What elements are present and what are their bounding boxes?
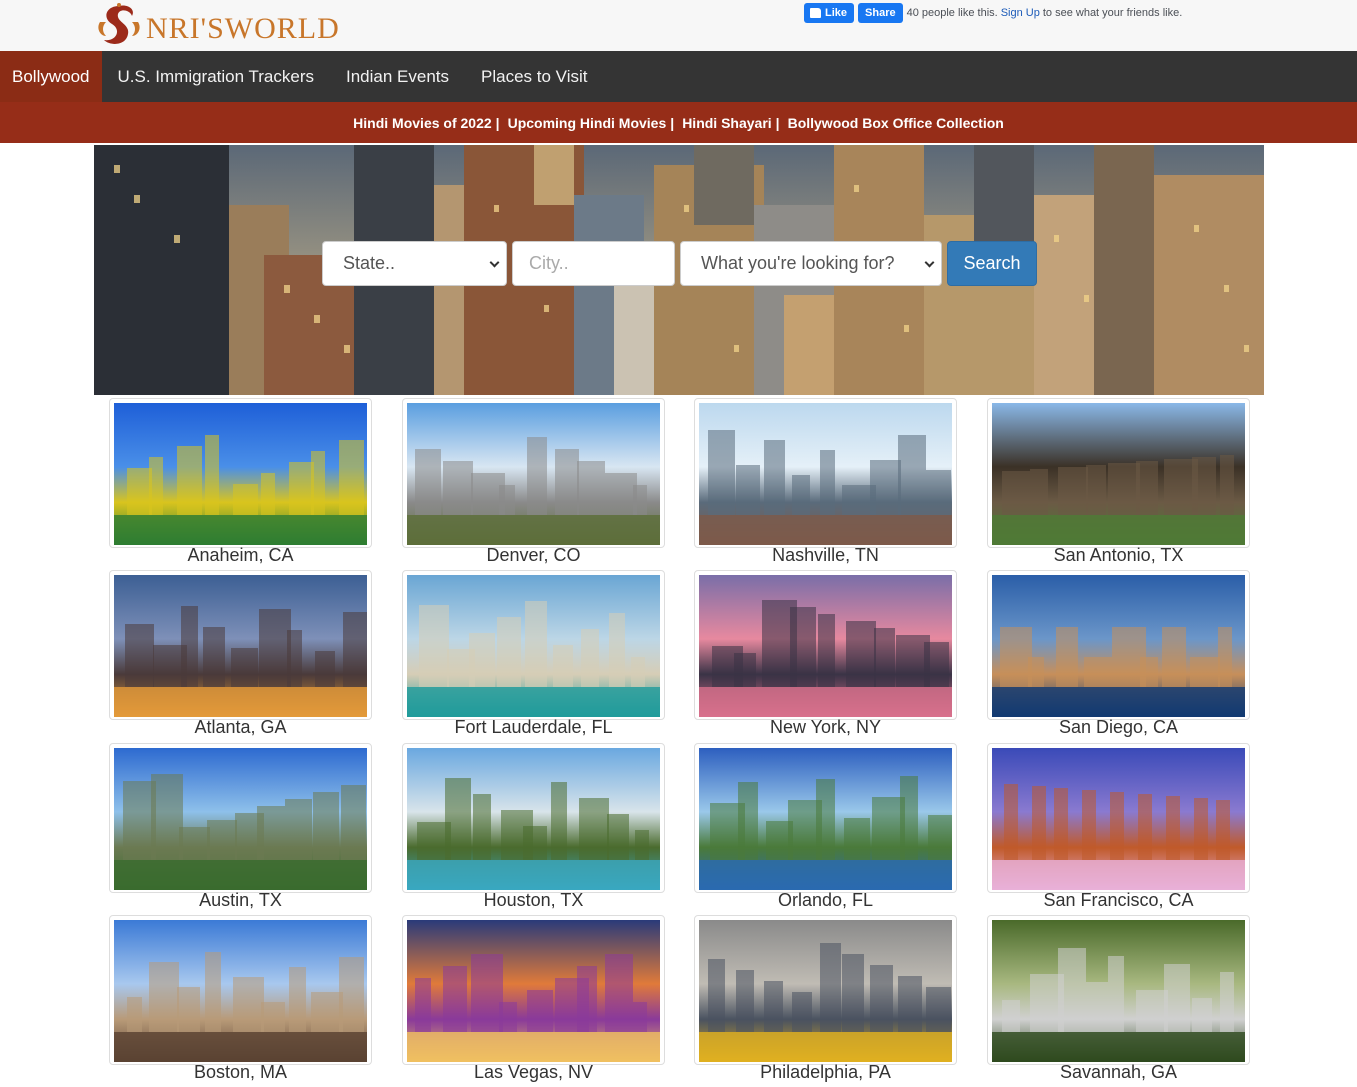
facebook-share-button[interactable]: Share (858, 3, 903, 23)
city-name[interactable]: Savannah, GA (987, 1062, 1250, 1083)
subnav-link-hindi-shayari[interactable]: Hindi Shayari (682, 115, 771, 131)
facebook-like-label: Like (825, 7, 848, 19)
facebook-signup-link[interactable]: Sign Up (1001, 7, 1040, 19)
subnav-link-upcoming-hindi-movies[interactable]: Upcoming Hindi Movies (508, 115, 667, 131)
city-name[interactable]: San Francisco, CA (987, 890, 1250, 911)
city-name[interactable]: Denver, CO (402, 545, 665, 566)
chevron-down-icon (924, 257, 935, 268)
city-card-san-diego-ca[interactable] (987, 570, 1250, 720)
category-select[interactable]: What you're looking for? (680, 241, 942, 286)
city-name[interactable]: San Diego, CA (987, 717, 1250, 738)
logo-text: NRI'SWORLD (146, 12, 340, 45)
city-card-atlanta-ga[interactable] (109, 570, 372, 720)
city-name[interactable]: Anaheim, CA (109, 545, 372, 566)
city-card-houston-tx[interactable] (402, 743, 665, 893)
nav-item-places-to-visit[interactable]: Places to Visit (465, 51, 603, 102)
city-photo[interactable] (407, 920, 660, 1062)
city-photo[interactable] (699, 920, 952, 1062)
facebook-like-count: 40 people like this. (906, 7, 998, 19)
site-logo[interactable]: NRI'SWORLD (94, 2, 340, 50)
facebook-like-button[interactable]: Like (804, 3, 855, 23)
thumbs-up-icon (810, 8, 821, 18)
city-name[interactable]: Orlando, FL (694, 890, 957, 911)
state-select[interactable]: State.. (322, 241, 507, 286)
nav-item-immigration-trackers[interactable]: U.S. Immigration Trackers (102, 51, 331, 102)
city-photo[interactable] (114, 920, 367, 1062)
subnav-link-box-office[interactable]: Bollywood Box Office Collection (788, 115, 1004, 131)
city-card-las-vegas-nv[interactable] (402, 915, 665, 1065)
chevron-down-icon (489, 257, 500, 268)
city-card-nashville-tn[interactable] (694, 398, 957, 548)
city-name[interactable]: Atlanta, GA (109, 717, 372, 738)
city-photo[interactable] (699, 575, 952, 717)
search-button[interactable]: Search (947, 241, 1037, 286)
category-select-value: What you're looking for? (701, 253, 895, 273)
main-nav: Bollywood U.S. Immigration Trackers Indi… (0, 51, 1357, 102)
city-name[interactable]: Philadelphia, PA (694, 1062, 957, 1083)
logo-emblem-icon (94, 2, 144, 50)
city-card-fort-lauderdale-fl[interactable] (402, 570, 665, 720)
subnav-link-hindi-movies-2022[interactable]: Hindi Movies of 2022 (353, 115, 491, 131)
sub-nav: Hindi Movies of 2022 | Upcoming Hindi Mo… (0, 102, 1357, 143)
subnav-separator: | (495, 114, 500, 131)
city-card-orlando-fl[interactable] (694, 743, 957, 893)
city-photo[interactable] (114, 575, 367, 717)
subnav-separator: | (775, 114, 780, 131)
search-bar: State.. City.. What you're looking for? … (322, 241, 1037, 286)
city-card-anaheim-ca[interactable] (109, 398, 372, 548)
city-name[interactable]: New York, NY (694, 717, 957, 738)
city-photo[interactable] (992, 575, 1245, 717)
city-card-philadelphia-pa[interactable] (694, 915, 957, 1065)
city-photo[interactable] (992, 748, 1245, 890)
city-input[interactable]: City.. (512, 241, 675, 286)
city-name[interactable]: Houston, TX (402, 890, 665, 911)
city-name[interactable]: Austin, TX (109, 890, 372, 911)
facebook-widget: Like Share 40 people like this. Sign Up … (804, 3, 1182, 23)
city-card-savannah-ga[interactable] (987, 915, 1250, 1065)
facebook-signup-text: to see what your friends like. (1042, 7, 1183, 19)
city-card-san-francisco-ca[interactable] (987, 743, 1250, 893)
city-photo[interactable] (114, 403, 367, 545)
city-photo[interactable] (114, 748, 367, 890)
city-photo[interactable] (699, 748, 952, 890)
subnav-separator: | (670, 114, 675, 131)
nav-item-indian-events[interactable]: Indian Events (330, 51, 465, 102)
city-card-new-york-ny[interactable] (694, 570, 957, 720)
city-name[interactable]: Boston, MA (109, 1062, 372, 1083)
city-photo[interactable] (407, 575, 660, 717)
state-select-value: State.. (343, 253, 396, 273)
city-name[interactable]: Nashville, TN (694, 545, 957, 566)
city-card-san-antonio-tx[interactable] (987, 398, 1250, 548)
city-card-austin-tx[interactable] (109, 743, 372, 893)
nav-item-bollywood[interactable]: Bollywood (0, 51, 102, 102)
city-name[interactable]: Fort Lauderdale, FL (402, 717, 665, 738)
city-name[interactable]: Las Vegas, NV (402, 1062, 665, 1083)
city-card-boston-ma[interactable] (109, 915, 372, 1065)
city-photo[interactable] (699, 403, 952, 545)
hero-banner: State.. City.. What you're looking for? … (94, 145, 1264, 395)
city-name[interactable]: San Antonio, TX (987, 545, 1250, 566)
city-photo[interactable] (407, 748, 660, 890)
city-card-denver-co[interactable] (402, 398, 665, 548)
city-photo[interactable] (992, 403, 1245, 545)
top-header: NRI'SWORLD Like Share 40 people like thi… (0, 0, 1357, 51)
city-photo[interactable] (992, 920, 1245, 1062)
city-photo[interactable] (407, 403, 660, 545)
